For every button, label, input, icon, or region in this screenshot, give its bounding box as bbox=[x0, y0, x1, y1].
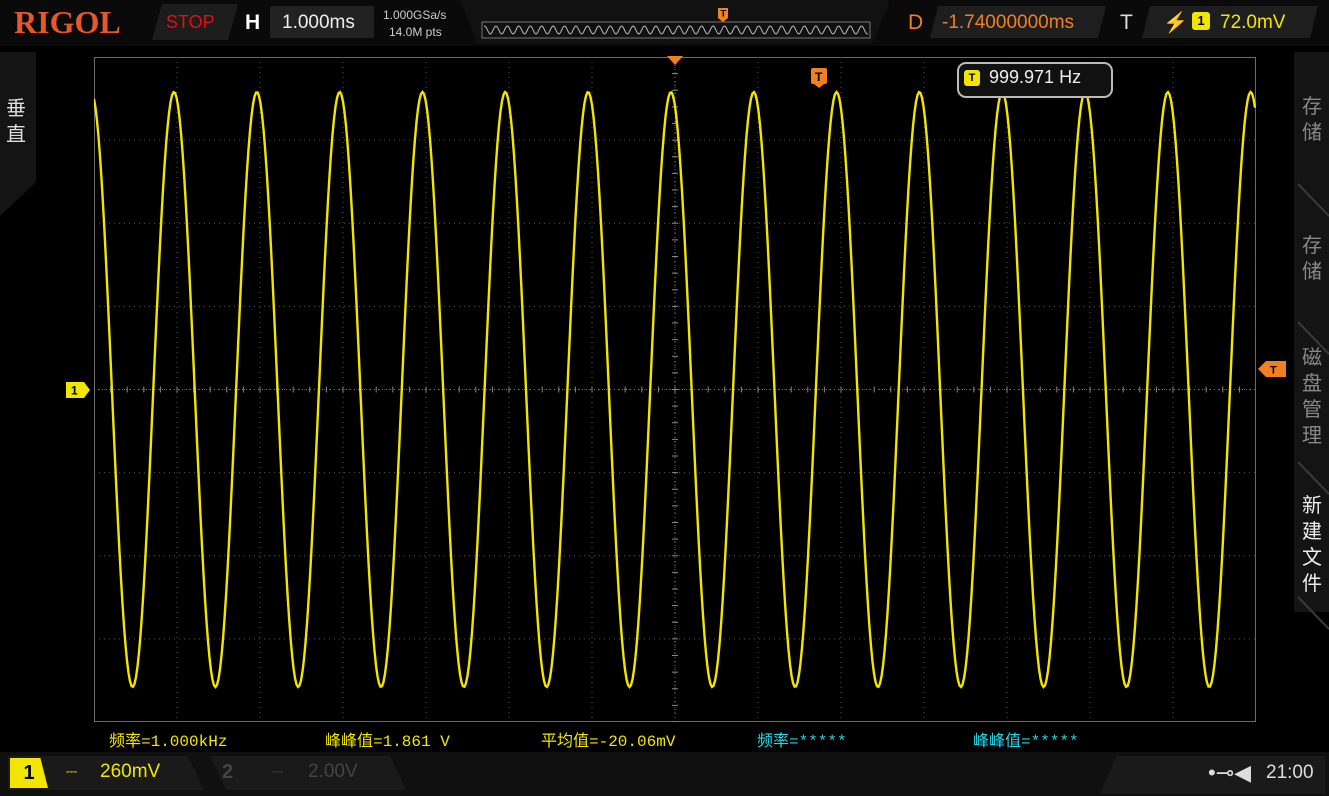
svg-text:T: T bbox=[815, 70, 823, 84]
trigger-icon: T bbox=[964, 70, 980, 86]
usb-icon: •⊸◀ bbox=[1208, 760, 1252, 785]
vertical-menu-label: 垂直 bbox=[6, 98, 26, 146]
measurement-vpp-ch2: 峰峰值=***** bbox=[973, 733, 1079, 751]
trigger-level-marker[interactable]: T bbox=[1258, 361, 1286, 379]
svg-text:T: T bbox=[1270, 365, 1277, 377]
memory-depth: 14.0M pts bbox=[389, 25, 442, 39]
horizontal-label: H bbox=[245, 11, 261, 34]
svg-text:1: 1 bbox=[71, 384, 78, 398]
rising-edge-icon: ⚡ bbox=[1163, 12, 1188, 34]
measurement-frequency-ch2: 频率=***** bbox=[757, 733, 847, 751]
trigger-label: T bbox=[1120, 11, 1133, 34]
rigol-logo: RIGOL bbox=[14, 4, 121, 40]
ch2-scale-value: 2.00V bbox=[308, 761, 358, 782]
measurement-average-ch1: 平均值=-20.06mV bbox=[541, 733, 676, 751]
dc-coupling-icon: ⎓ bbox=[272, 763, 284, 779]
delay-value: -1.74000000ms bbox=[942, 12, 1075, 33]
trigger-point-icon: T bbox=[811, 68, 827, 88]
clock: 21:00 bbox=[1266, 762, 1314, 783]
measurement-vpp-ch1: 峰峰值=1.861 V bbox=[325, 733, 450, 751]
horizontal-trigger-marker[interactable] bbox=[667, 56, 683, 66]
run-state-label: STOP bbox=[166, 12, 215, 32]
delay-label: D bbox=[908, 11, 924, 34]
svg-text:T: T bbox=[721, 9, 727, 19]
frequency-counter-value: 999.971 Hz bbox=[989, 67, 1082, 87]
trigger-channel-badge: 1 bbox=[1192, 12, 1210, 30]
measurement-frequency-ch1: 频率=1.000kHz bbox=[109, 733, 228, 751]
memory-overview-strip: T bbox=[481, 8, 871, 39]
trigger-position-icon: T bbox=[718, 8, 728, 22]
trigger-level-value: 72.0mV bbox=[1220, 12, 1286, 33]
sample-rate: 1.000GSa/s bbox=[383, 8, 447, 22]
menu-separators bbox=[1297, 183, 1329, 630]
ch1-scale-value: 260mV bbox=[100, 761, 161, 782]
dc-coupling-icon: ⎓ bbox=[66, 763, 78, 779]
timebase-value: 1.000ms bbox=[282, 12, 355, 33]
ch1-offset-marker[interactable]: 1 bbox=[66, 382, 90, 398]
waveform-display[interactable] bbox=[94, 57, 1256, 722]
ch2-badge: 2 bbox=[222, 761, 234, 783]
